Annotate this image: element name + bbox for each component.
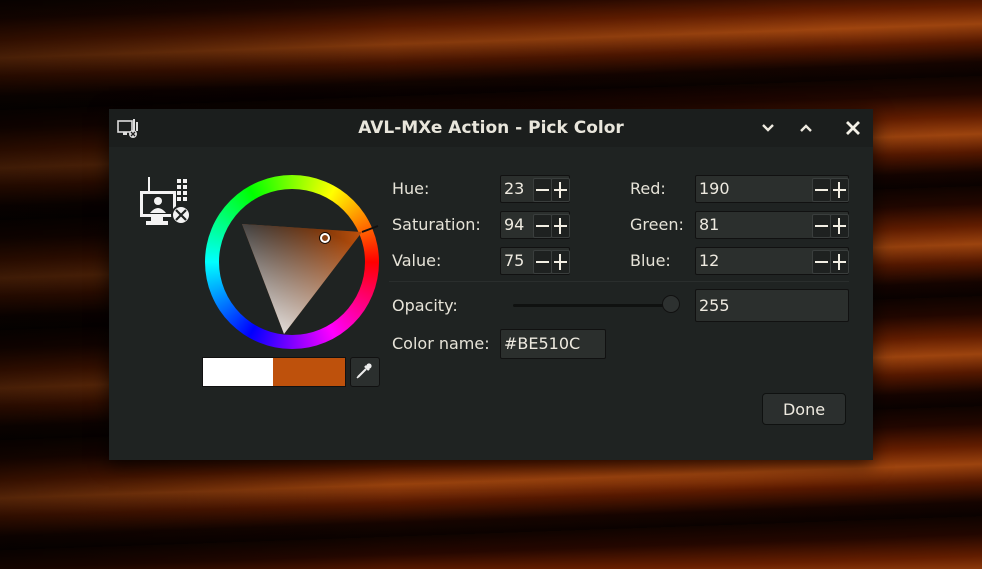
minus-icon xyxy=(815,225,828,227)
red-decrement-button[interactable] xyxy=(812,178,831,202)
green-decrement-button[interactable] xyxy=(812,214,831,238)
red-value[interactable]: 190 xyxy=(699,176,730,202)
value-decrement-button[interactable] xyxy=(533,250,552,274)
close-button[interactable] xyxy=(842,117,864,139)
chevron-up-icon xyxy=(800,124,812,132)
opacity-field[interactable]: 255 xyxy=(695,289,849,322)
hue-decrement-button[interactable] xyxy=(533,178,552,202)
value-label: Value: xyxy=(392,251,442,270)
previous-color-swatch xyxy=(203,358,273,386)
value-value[interactable]: 75 xyxy=(504,248,524,274)
value-increment-button[interactable] xyxy=(551,250,570,274)
blue-value[interactable]: 12 xyxy=(699,248,719,274)
saturation-spinbutton[interactable]: 94 xyxy=(500,211,570,239)
hue-increment-button[interactable] xyxy=(551,178,570,202)
color-swatches xyxy=(202,357,346,387)
saturation-label: Saturation: xyxy=(392,215,481,234)
blue-increment-button[interactable] xyxy=(830,250,849,274)
chevron-down-icon xyxy=(762,124,774,132)
separator xyxy=(389,281,849,282)
color-wheel[interactable] xyxy=(203,173,381,351)
opacity-slider-handle[interactable] xyxy=(662,295,680,313)
blue-spinbutton[interactable]: 12 xyxy=(695,247,849,275)
minus-icon xyxy=(536,189,549,191)
hue-label: Hue: xyxy=(392,179,430,198)
green-increment-button[interactable] xyxy=(830,214,849,238)
done-button[interactable]: Done xyxy=(762,393,846,425)
opacity-slider-track[interactable] xyxy=(513,304,671,307)
maximize-button[interactable] xyxy=(795,117,817,139)
minimize-button[interactable] xyxy=(757,117,779,139)
minus-icon xyxy=(536,225,549,227)
eyedropper-icon xyxy=(356,363,372,379)
close-icon xyxy=(846,121,860,135)
color-name-value[interactable]: #BE510C xyxy=(504,330,580,358)
blue-label: Blue: xyxy=(630,251,671,270)
minus-icon xyxy=(815,261,828,263)
green-spinbutton[interactable]: 81 xyxy=(695,211,849,239)
saturation-value[interactable]: 94 xyxy=(504,212,524,238)
eyedropper-button[interactable] xyxy=(350,357,380,387)
red-label: Red: xyxy=(630,179,666,198)
pick-color-dialog: AVL-MXe Action - Pick Color Hue: 23 Satu… xyxy=(109,109,873,460)
red-spinbutton[interactable]: 190 xyxy=(695,175,849,203)
green-value[interactable]: 81 xyxy=(699,212,719,238)
saturation-decrement-button[interactable] xyxy=(533,214,552,238)
opacity-value[interactable]: 255 xyxy=(699,290,730,321)
red-increment-button[interactable] xyxy=(830,178,849,202)
color-tool-icon xyxy=(140,177,191,225)
hue-value[interactable]: 23 xyxy=(504,176,524,202)
minus-icon xyxy=(815,189,828,191)
blue-decrement-button[interactable] xyxy=(812,250,831,274)
titlebar[interactable]: AVL-MXe Action - Pick Color xyxy=(109,109,873,147)
opacity-label: Opacity: xyxy=(392,296,458,315)
current-color-swatch xyxy=(273,358,345,386)
saturation-increment-button[interactable] xyxy=(551,214,570,238)
hue-spinbutton[interactable]: 23 xyxy=(500,175,570,203)
minus-icon xyxy=(536,261,549,263)
color-name-label: Color name: xyxy=(392,334,490,353)
color-name-field[interactable]: #BE510C xyxy=(500,329,606,359)
value-spinbutton[interactable]: 75 xyxy=(500,247,570,275)
green-label: Green: xyxy=(630,215,684,234)
